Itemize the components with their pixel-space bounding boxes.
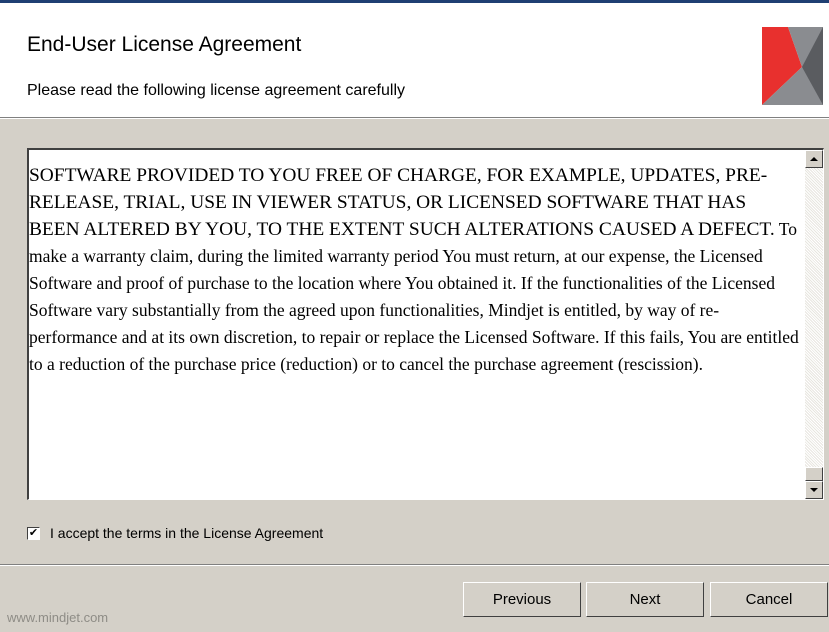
license-text: SOFTWARE PROVIDED TO YOU FREE OF CHARGE,…	[29, 162, 799, 378]
header-divider	[0, 117, 829, 119]
cancel-button[interactable]: Cancel	[710, 582, 828, 617]
license-text-area[interactable]: SOFTWARE PROVIDED TO YOU FREE OF CHARGE,…	[27, 148, 824, 500]
scroll-thumb[interactable]	[805, 467, 823, 481]
arrow-up-icon	[810, 157, 818, 161]
scroll-up-button[interactable]	[805, 150, 823, 168]
accept-terms-checkbox[interactable]: ✔	[27, 526, 40, 540]
license-upper-text: SOFTWARE PROVIDED TO YOU FREE OF CHARGE,…	[29, 165, 775, 240]
page-title: End-User License Agreement	[27, 33, 302, 56]
vertical-scrollbar[interactable]	[805, 150, 823, 499]
page-subtitle: Please read the following license agreem…	[27, 82, 405, 99]
scroll-down-button[interactable]	[805, 481, 823, 499]
accept-terms-label[interactable]: I accept the terms in the License Agreem…	[50, 525, 323, 541]
header-panel: End-User License Agreement Please read t…	[0, 0, 829, 117]
next-button[interactable]: Next	[586, 582, 704, 617]
mindjet-logo-icon	[762, 27, 823, 105]
arrow-down-icon	[810, 488, 818, 492]
accept-terms-row: ✔ I accept the terms in the License Agre…	[27, 524, 323, 542]
footer-divider	[0, 564, 829, 566]
license-body-text: To make a warranty claim, during the lim…	[29, 219, 799, 374]
checkmark-icon: ✔	[28, 526, 39, 539]
previous-button[interactable]: Previous	[463, 582, 581, 617]
website-link: www.mindjet.com	[7, 610, 109, 625]
